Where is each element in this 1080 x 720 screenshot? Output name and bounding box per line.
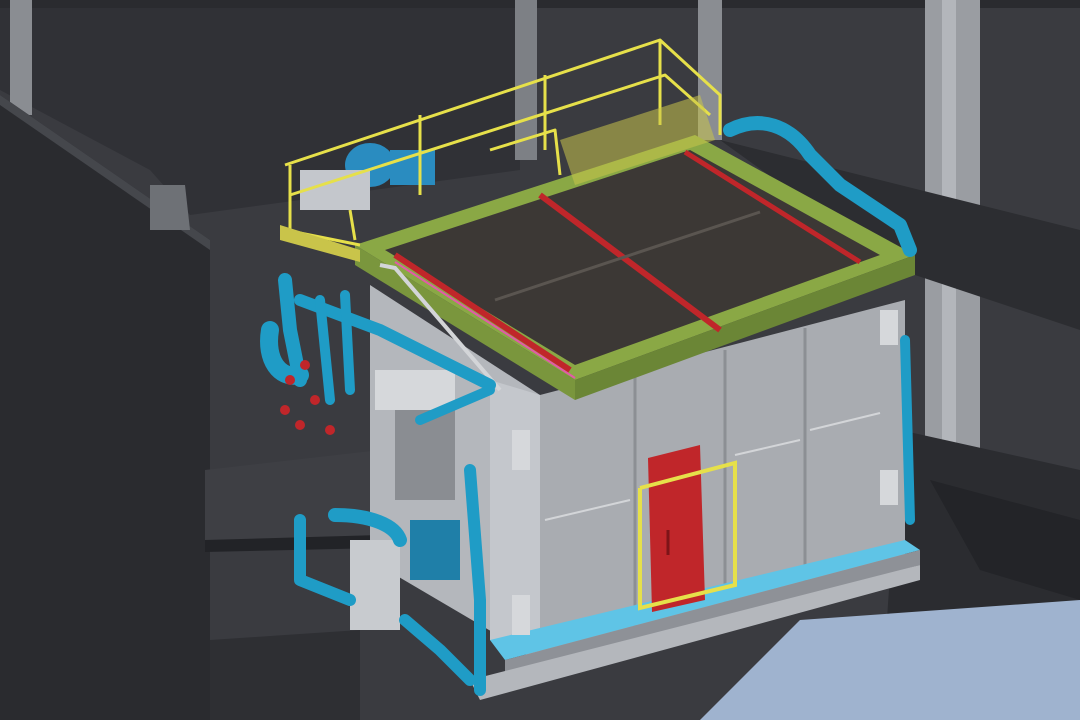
valve-5: [325, 425, 335, 435]
valve-3: [295, 420, 305, 430]
left-bracket: [150, 185, 190, 230]
inner-box: [395, 410, 455, 500]
fixture-right-2: [880, 470, 898, 505]
valve-2: [280, 405, 290, 415]
left-support: [350, 540, 400, 630]
inner-panel: [375, 370, 455, 410]
valve-1: [285, 375, 295, 385]
pipe-right-vertical: [900, 335, 915, 525]
column-left: [10, 0, 32, 115]
cad-3d-model-render: [0, 0, 1080, 720]
valve-4: [310, 395, 320, 405]
fixture-left-1: [512, 430, 530, 470]
ceiling-edge: [0, 0, 1080, 8]
fixture-right-1: [880, 310, 898, 345]
pipe-left-3: [340, 290, 355, 395]
lower-left-floor: [210, 630, 360, 720]
fixture-left-2: [512, 595, 530, 635]
door-red-panel: [648, 445, 705, 612]
inner-blue-box: [410, 520, 460, 580]
valve-6: [300, 360, 310, 370]
cad-render-scene: [0, 0, 1080, 720]
